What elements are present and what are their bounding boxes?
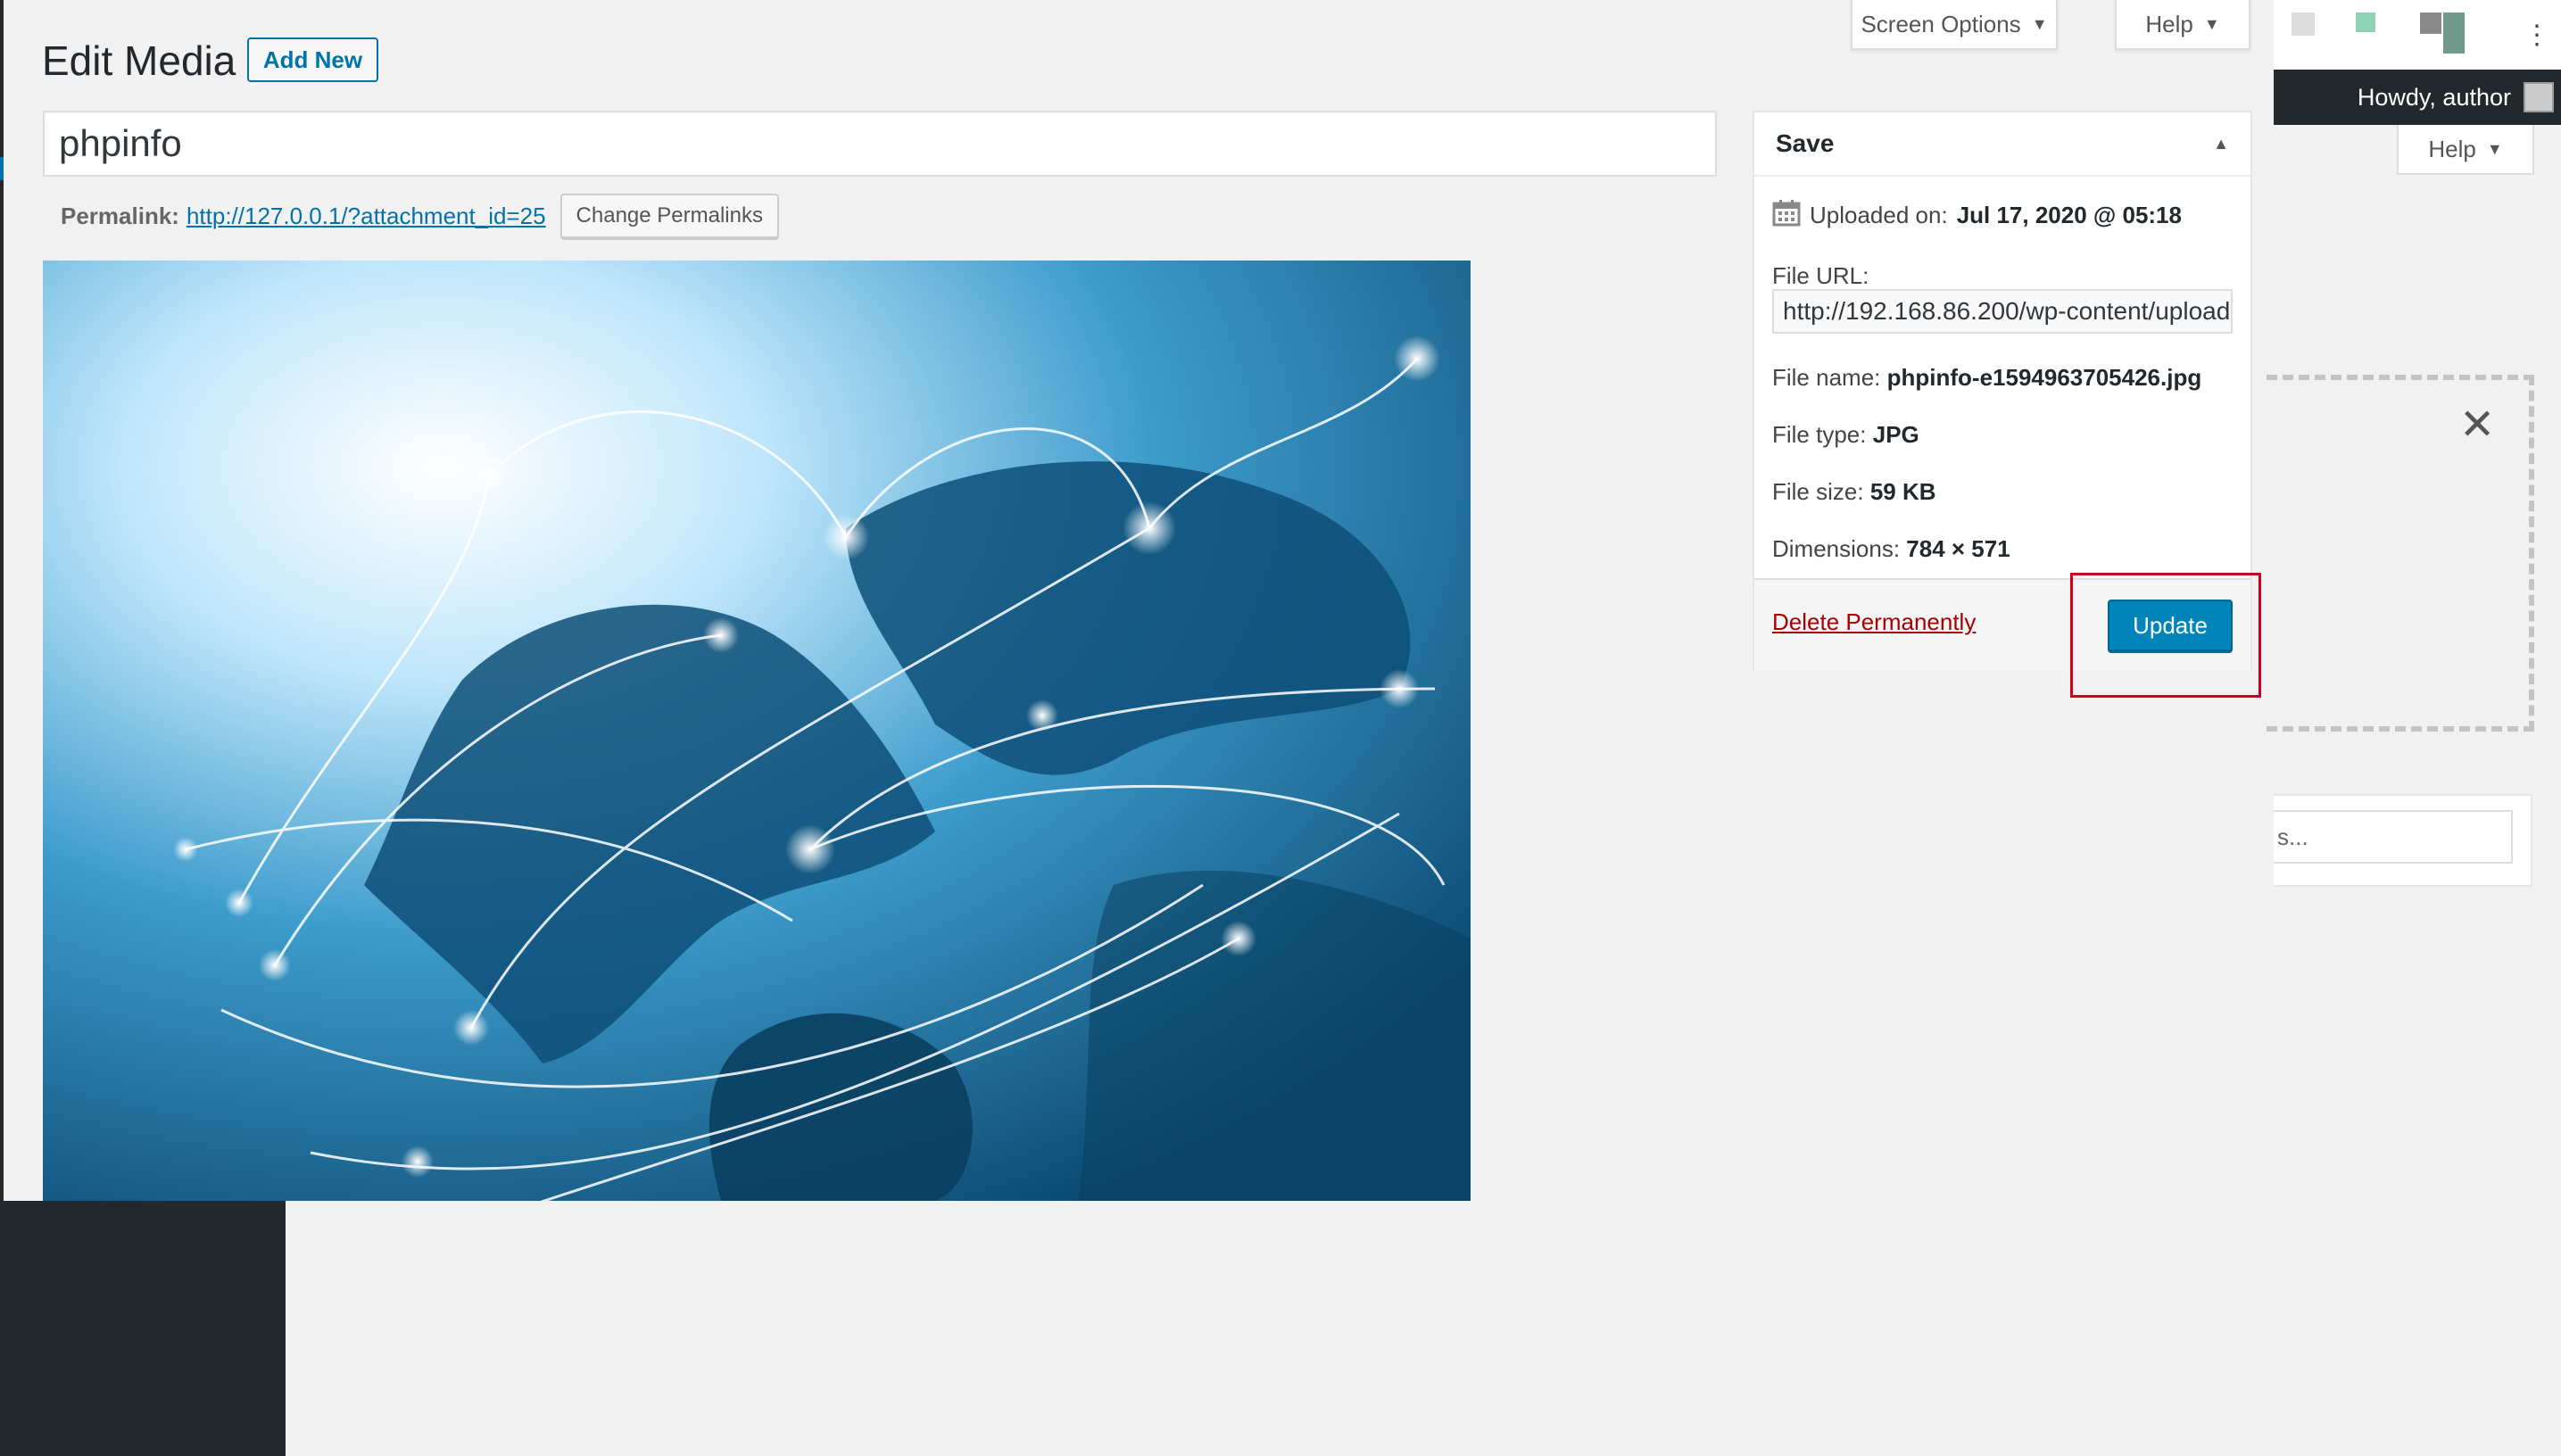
extension-icon[interactable] [2356,12,2375,32]
help-button[interactable]: Help ▼ [2115,0,2250,50]
file-type-label: File type: [1772,421,1867,448]
caret-down-icon: ▼ [2031,14,2048,33]
admin-bar-account[interactable]: Howdy, author [2274,70,2561,125]
calendar-icon [1772,198,1801,233]
help-label: Help [2145,10,2193,37]
caret-down-icon: ▼ [2203,14,2220,33]
collapse-arrow-icon[interactable]: ▲ [2213,135,2229,153]
extension-icon[interactable] [2443,12,2465,54]
change-permalinks-button[interactable]: Change Permalinks [559,194,779,238]
permalink-link[interactable]: http://127.0.0.1/?attachment_id=25 [186,203,546,230]
dimensions-value: 784 × 571 [1906,535,2010,562]
title-input[interactable]: phpinfo [43,111,1717,177]
extension-icon[interactable] [2292,12,2315,36]
close-icon[interactable]: ✕ [2459,400,2495,450]
uploaded-on-value: Jul 17, 2020 @ 05:18 [1956,202,2182,228]
file-size-label: File size: [1772,478,1864,505]
save-metabox-header[interactable]: Save ▲ [1754,112,2250,177]
help-button-secondary[interactable]: Help ▼ [2397,125,2534,175]
uploaded-on-label: Uploaded on: [1810,202,1948,228]
file-size-value: 59 KB [1869,478,1936,505]
file-size-row: File size: 59 KB [1772,478,1936,506]
howdy-greeting: Howdy, author [2357,83,2511,111]
page-title: Edit Media [42,37,236,84]
browser-toolbar-fragment [2274,0,2561,70]
dimensions-label: Dimensions: [1772,535,1901,562]
help-label: Help [2428,135,2476,162]
page-lower-area [0,1201,2561,1456]
avatar[interactable] [2524,82,2554,112]
screen-options-label: Screen Options [1861,10,2021,37]
caret-down-icon: ▼ [2486,139,2503,158]
delete-permanently-link[interactable]: Delete Permanently [1772,608,1976,636]
file-name-row: File name: phpinfo-e1594963705426.jpg [1772,364,2201,392]
screen-options-button[interactable]: Screen Options ▼ [1851,0,2058,50]
admin-menu-active-marker [0,157,4,180]
add-new-button[interactable]: Add New [247,37,378,82]
file-name-value: phpinfo-e1594963705426.jpg [1886,364,2202,391]
highlight-annotation [2070,573,2261,698]
uploaded-on-row: Uploaded on: Jul 17, 2020 @ 05:18 [1772,198,2182,233]
extension-icon[interactable] [2420,12,2441,34]
search-input[interactable]: s... [2274,810,2513,864]
file-url-field[interactable]: http://192.168.86.200/wp-content/uploads… [1772,289,2233,334]
admin-menu-bottom [0,1201,286,1456]
media-preview-image [43,261,1471,1201]
permalink-row: Permalink: http://127.0.0.1/?attachment_… [61,194,779,238]
file-url-label: File URL: [1772,262,1869,289]
file-type-row: File type: JPG [1772,421,1919,449]
permalink-label: Permalink: [61,202,179,229]
dimensions-row: Dimensions: 784 × 571 [1772,535,2010,563]
save-metabox-title: Save [1776,129,1835,157]
more-menu-icon[interactable]: ⋮ [2524,20,2550,51]
file-type-value: JPG [1872,421,1919,448]
file-name-label: File name: [1772,364,1881,391]
